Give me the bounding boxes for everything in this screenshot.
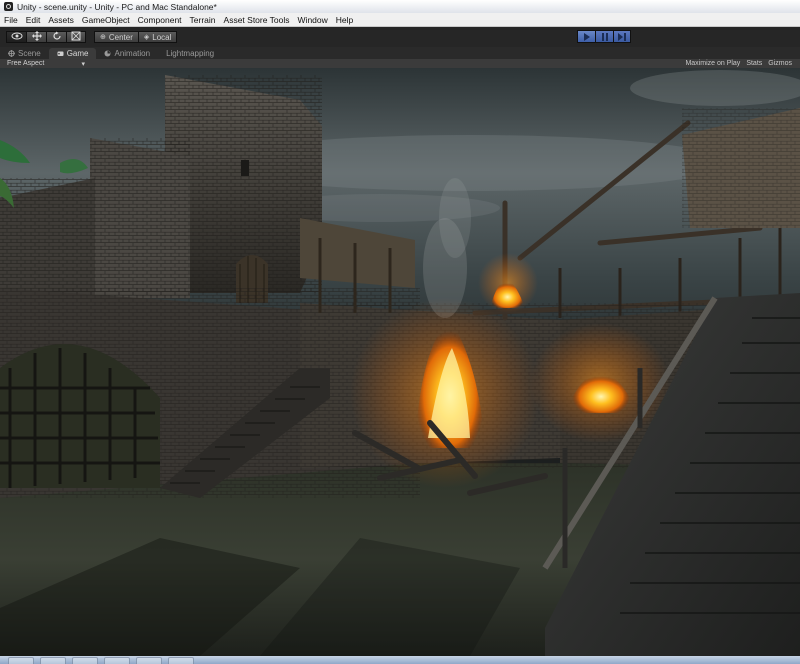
rotate-tool-button[interactable] (46, 31, 66, 43)
aspect-label: Free Aspect (7, 59, 45, 67)
menu-file[interactable]: File (0, 15, 22, 25)
animation-icon (104, 50, 111, 57)
tab-lightmapping-label: Lightmapping (166, 49, 215, 58)
menu-bar: File Edit Assets GameObject Component Te… (0, 13, 800, 27)
taskbar-item[interactable] (40, 657, 66, 664)
unity-logo-icon (4, 2, 13, 11)
maximize-on-play-toggle[interactable]: Maximize on Play (685, 60, 740, 67)
pivot-center-button[interactable]: ⊕ Center (94, 31, 138, 43)
scale-tool-button[interactable] (66, 31, 86, 43)
pivot-toggles: ⊕ Center ◈ Local (94, 31, 178, 43)
tab-game[interactable]: Game (48, 48, 97, 59)
pivot-local-button[interactable]: ◈ Local (137, 31, 178, 43)
stats-toggle[interactable]: Stats (746, 60, 762, 67)
scale-icon (71, 31, 81, 43)
tab-animation-label: Animation (114, 49, 151, 58)
game-viewport[interactable] (0, 68, 800, 656)
scene-render (0, 68, 800, 656)
local-space-icon: ◈ (143, 34, 150, 41)
os-taskbar (0, 656, 800, 664)
menu-window[interactable]: Window (294, 15, 332, 25)
tab-scene-label: Scene (18, 49, 41, 58)
tab-game-label: Game (66, 49, 89, 58)
step-button[interactable] (613, 30, 631, 43)
main-toolbar: ⊕ Center ◈ Local (0, 27, 800, 47)
menu-help[interactable]: Help (332, 15, 357, 25)
rotate-icon (52, 31, 62, 43)
window-title-bar: Unity - scene.unity - Unity - PC and Mac… (0, 0, 800, 13)
playback-controls (577, 30, 631, 43)
pivot-center-label: Center (108, 32, 133, 42)
taskbar-item[interactable] (168, 657, 194, 664)
tab-lightmapping[interactable]: Lightmapping (158, 48, 222, 59)
taskbar-start-button[interactable] (8, 657, 34, 664)
step-icon (618, 32, 626, 41)
scene-icon (8, 50, 15, 57)
move-tool-button[interactable] (26, 31, 46, 43)
menu-component[interactable]: Component (134, 15, 186, 25)
tab-scene[interactable]: Scene (0, 48, 49, 59)
pivot-local-label: Local (152, 32, 172, 42)
menu-edit[interactable]: Edit (22, 15, 45, 25)
pivot-icon: ⊕ (100, 34, 106, 41)
menu-assets[interactable]: Assets (44, 15, 78, 25)
menu-terrain[interactable]: Terrain (186, 15, 220, 25)
tab-animation[interactable]: Animation (96, 48, 158, 59)
taskbar-item[interactable] (72, 657, 98, 664)
hand-tool-button[interactable] (6, 31, 26, 43)
gizmos-dropdown[interactable]: Gizmos (768, 60, 792, 67)
taskbar-item[interactable] (136, 657, 162, 664)
menu-asset-store-tools[interactable]: Asset Store Tools (220, 15, 294, 25)
window-title: Unity - scene.unity - Unity - PC and Mac… (17, 1, 217, 12)
game-view-toolbar: Free Aspect ▾ Maximize on Play Stats Giz… (0, 59, 800, 68)
hand-icon (11, 32, 23, 42)
pause-icon (601, 32, 609, 41)
taskbar-item[interactable] (104, 657, 130, 664)
move-icon (31, 31, 42, 43)
view-tabs: Scene Game Animation Lightmapping (0, 47, 800, 59)
aspect-dropdown[interactable]: Free Aspect ▾ (0, 60, 85, 68)
play-icon (583, 32, 591, 41)
chevron-down-icon: ▾ (81, 60, 85, 68)
game-icon (57, 50, 64, 57)
pause-button[interactable] (595, 30, 613, 43)
play-button[interactable] (577, 30, 595, 43)
transform-tools (6, 31, 86, 43)
menu-gameobject[interactable]: GameObject (78, 15, 134, 25)
